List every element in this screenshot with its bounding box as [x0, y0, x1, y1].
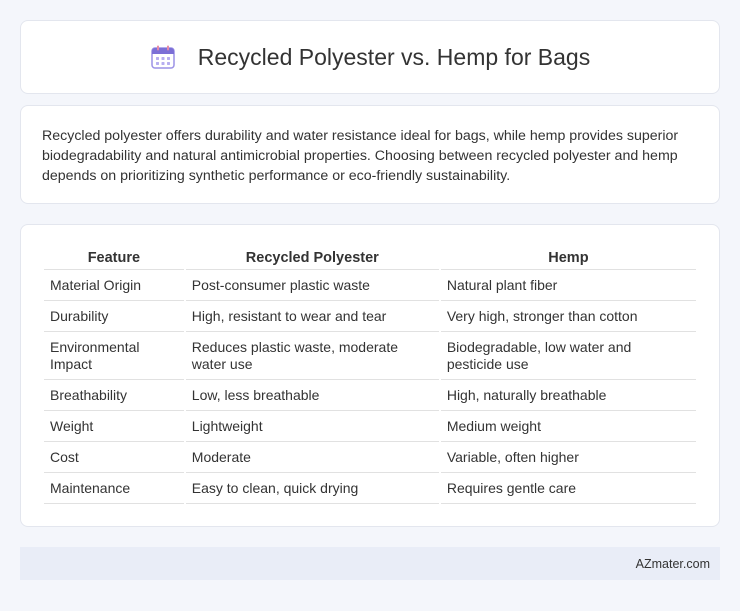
table-row: Environmental Impact Reduces plastic was…	[44, 332, 696, 380]
hemp-cell: Biodegradable, low water and pesticide u…	[440, 332, 696, 380]
table-row: Breathability Low, less breathable High,…	[44, 380, 696, 411]
hemp-cell: High, naturally breathable	[440, 380, 696, 411]
table-row: Weight Lightweight Medium weight	[44, 411, 696, 442]
polyester-cell: Low, less breathable	[185, 380, 439, 411]
header-feature: Feature	[44, 247, 184, 270]
calendar-icon	[150, 44, 176, 70]
footer-bar: AZmater.com	[20, 547, 720, 580]
feature-cell: Breathability	[44, 380, 184, 411]
feature-cell: Maintenance	[44, 473, 184, 504]
polyester-cell: Easy to clean, quick drying	[185, 473, 439, 504]
intro-card: Recycled polyester offers durability and…	[20, 105, 720, 204]
feature-cell: Cost	[44, 442, 184, 473]
polyester-cell: Post-consumer plastic waste	[185, 270, 439, 301]
table-row: Durability High, resistant to wear and t…	[44, 301, 696, 332]
polyester-cell: Reduces plastic waste, moderate water us…	[185, 332, 439, 380]
feature-cell: Material Origin	[44, 270, 184, 301]
hemp-cell: Very high, stronger than cotton	[440, 301, 696, 332]
intro-paragraph: Recycled polyester offers durability and…	[42, 128, 679, 184]
table-header-row: Feature Recycled Polyester Hemp	[44, 247, 696, 270]
polyester-cell: High, resistant to wear and tear	[185, 301, 439, 332]
comparison-table-card: Feature Recycled Polyester Hemp Material…	[20, 224, 720, 527]
feature-cell: Durability	[44, 301, 184, 332]
header-recycled-polyester: Recycled Polyester	[185, 247, 439, 270]
polyester-cell: Moderate	[185, 442, 439, 473]
feature-cell: Environmental Impact	[44, 332, 184, 380]
page: Recycled Polyester vs. Hemp for Bags Rec…	[0, 0, 740, 611]
header-hemp: Hemp	[440, 247, 696, 270]
hemp-cell: Variable, often higher	[440, 442, 696, 473]
table-row: Maintenance Easy to clean, quick drying …	[44, 473, 696, 504]
table-row: Material Origin Post-consumer plastic wa…	[44, 270, 696, 301]
title-card: Recycled Polyester vs. Hemp for Bags	[20, 20, 720, 94]
footer-brand: AZmater.com	[635, 556, 710, 571]
hemp-cell: Natural plant fiber	[440, 270, 696, 301]
feature-cell: Weight	[44, 411, 184, 442]
hemp-cell: Requires gentle care	[440, 473, 696, 504]
page-title: Recycled Polyester vs. Hemp for Bags	[197, 43, 591, 70]
polyester-cell: Lightweight	[185, 411, 439, 442]
hemp-cell: Medium weight	[440, 411, 696, 442]
table-row: Cost Moderate Variable, often higher	[44, 442, 696, 473]
comparison-table: Feature Recycled Polyester Hemp Material…	[42, 247, 698, 504]
